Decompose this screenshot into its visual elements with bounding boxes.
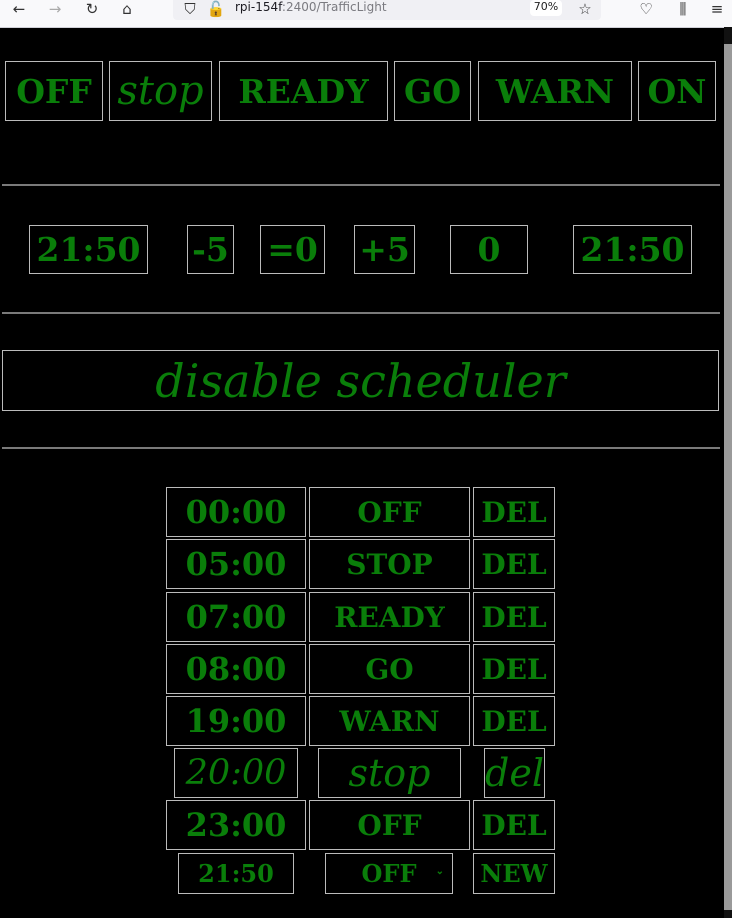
mode-off-button[interactable]: OFF — [5, 61, 103, 121]
back-arrow-icon[interactable]: ← — [9, 0, 29, 18]
schedule-time[interactable]: 23:00 — [166, 800, 306, 850]
new-time-input[interactable]: 21:50 — [178, 853, 294, 894]
home-icon[interactable]: ⌂ — [117, 0, 137, 18]
delete-button[interactable]: DEL — [473, 800, 555, 850]
new-state-select[interactable]: OFF ⌄ — [325, 853, 453, 894]
reset-offset-button[interactable]: =0 — [260, 225, 325, 274]
minus-five-button[interactable]: -5 — [187, 225, 234, 274]
new-state-select-value: OFF — [361, 859, 417, 888]
new-button[interactable]: NEW — [473, 853, 555, 894]
mode-ready-button[interactable]: READY — [219, 61, 388, 121]
schedule-time[interactable]: 19:00 — [166, 696, 306, 746]
schedule-state[interactable]: OFF — [309, 487, 470, 537]
shield-icon[interactable]: ⛉ — [180, 0, 200, 18]
mode-on-button[interactable]: ON — [638, 61, 716, 121]
adjusted-time-display: 21:50 — [573, 225, 692, 274]
divider — [2, 447, 720, 449]
schedule-state[interactable]: STOP — [309, 539, 470, 589]
schedule-time[interactable]: 07:00 — [166, 592, 306, 642]
disable-scheduler-button[interactable]: disable scheduler — [2, 350, 719, 411]
offset-input[interactable]: 0 — [450, 225, 528, 274]
schedule-state[interactable]: stop — [318, 748, 461, 798]
schedule-time[interactable]: 00:00 — [166, 487, 306, 537]
url-path: :2400/TrafficLight — [281, 0, 387, 14]
schedule-state[interactable]: READY — [309, 592, 470, 642]
scrollbar-thumb[interactable] — [724, 44, 732, 910]
mode-warn-button[interactable]: WARN — [478, 61, 632, 121]
delete-button[interactable]: DEL — [473, 592, 555, 642]
reload-icon[interactable]: ↻ — [82, 0, 102, 18]
schedule-state[interactable]: GO — [309, 644, 470, 694]
url-host: rpi-154f — [235, 0, 282, 14]
schedule-time[interactable]: 20:00 — [174, 748, 298, 798]
divider — [2, 184, 720, 186]
insecure-lock-icon[interactable]: 🔓 — [206, 0, 226, 18]
pocket-icon[interactable]: ♡ — [636, 0, 656, 18]
chevron-down-icon: ⌄ — [435, 866, 444, 877]
delete-button[interactable]: DEL — [473, 696, 555, 746]
delete-button[interactable]: DEL — [473, 644, 555, 694]
schedule-state[interactable]: OFF — [309, 800, 470, 850]
delete-button[interactable]: del — [484, 748, 545, 798]
forward-arrow-icon[interactable]: → — [45, 0, 65, 18]
zoom-level[interactable]: 70% — [530, 0, 562, 16]
current-time-display: 21:50 — [29, 225, 148, 274]
url-text[interactable]: rpi-154f:2400/TrafficLight — [235, 0, 387, 18]
mode-stop-button[interactable]: stop — [109, 61, 212, 121]
plus-five-button[interactable]: +5 — [354, 225, 415, 274]
divider — [2, 312, 720, 314]
mode-go-button[interactable]: GO — [394, 61, 471, 121]
delete-button[interactable]: DEL — [473, 487, 555, 537]
schedule-time[interactable]: 05:00 — [166, 539, 306, 589]
menu-icon[interactable]: ≡ — [707, 0, 727, 18]
schedule-time[interactable]: 08:00 — [166, 644, 306, 694]
bookmark-star-icon[interactable]: ☆ — [575, 0, 595, 18]
library-icon[interactable]: ⫼ — [673, 0, 693, 18]
browser-toolbar: ← → ↻ ⌂ ⛉ 🔓 rpi-154f:2400/TrafficLight 7… — [0, 0, 732, 28]
schedule-state[interactable]: WARN — [309, 696, 470, 746]
delete-button[interactable]: DEL — [473, 539, 555, 589]
